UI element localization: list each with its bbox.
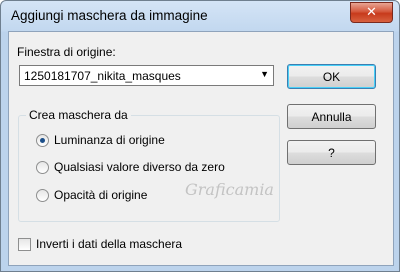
radio-button[interactable] (36, 133, 49, 147)
cancel-button-label: Annulla (311, 109, 352, 124)
dialog-body: Finestra di origine: 1250181707_nikita_m… (8, 31, 394, 266)
dialog-window: Aggiungi maschera da immagine ✕ Finestra… (0, 0, 400, 272)
cancel-button[interactable]: Annulla (287, 104, 376, 129)
mask-source-group: Crea maschera da Luminanza di origine Qu… (18, 108, 280, 222)
group-title: Crea maschera da (26, 108, 131, 122)
radio-opacity[interactable]: Opacità di origine (36, 188, 147, 202)
source-window-value: 1250181707_nikita_masques (24, 69, 181, 83)
help-button-label: ? (328, 145, 335, 160)
close-button[interactable]: ✕ (350, 2, 393, 23)
ok-button[interactable]: OK (287, 64, 376, 89)
invert-mask-checkbox-row[interactable]: Inverti i dati della maschera (18, 237, 182, 251)
radio-label: Qualsiasi valore diverso da zero (54, 160, 225, 174)
window-title: Aggiungi maschera da immagine (11, 8, 208, 23)
radio-luminance[interactable]: Luminanza di origine (36, 133, 165, 147)
invert-mask-label: Inverti i dati della maschera (36, 237, 183, 251)
ok-button-label: OK (322, 69, 341, 84)
watermark-logo: Graficamia (185, 180, 274, 199)
close-icon: ✕ (366, 5, 377, 20)
radio-any-nonzero[interactable]: Qualsiasi valore diverso da zero (36, 160, 225, 174)
radio-label: Luminanza di origine (54, 133, 165, 147)
invert-mask-checkbox[interactable] (18, 237, 31, 251)
source-window-label: Finestra di origine: (17, 45, 116, 59)
help-button[interactable]: ? (287, 140, 376, 165)
radio-button[interactable] (36, 188, 49, 202)
radio-button[interactable] (36, 160, 49, 174)
source-window-dropdown[interactable]: 1250181707_nikita_masques ▼ (19, 65, 274, 86)
title-bar[interactable]: Aggiungi maschera da immagine ✕ (1, 1, 399, 31)
chevron-down-icon: ▼ (260, 69, 269, 79)
radio-label: Opacità di origine (54, 188, 148, 202)
